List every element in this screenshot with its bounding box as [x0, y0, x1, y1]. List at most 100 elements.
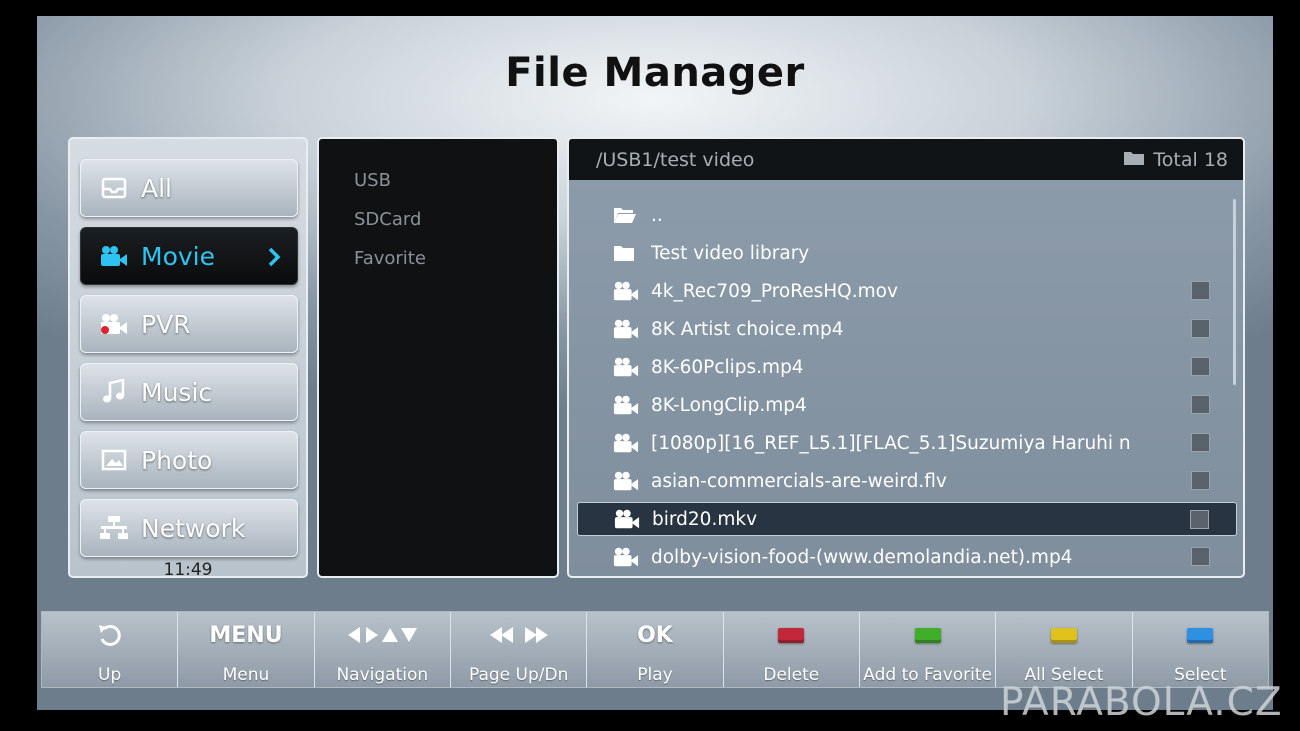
select-checkbox[interactable] [1191, 357, 1210, 376]
blue-button-icon-wrap [1133, 621, 1268, 649]
rewind-forward-icon [451, 621, 586, 649]
source-panel: USB SDCard Favorite [317, 137, 559, 578]
file-header: /USB1/test video Total 18 [569, 139, 1243, 180]
total-count: Total 18 [1123, 149, 1228, 171]
menu-symbol: MENU [209, 622, 283, 648]
music-note-icon [99, 379, 129, 405]
picture-icon [99, 447, 129, 473]
file-name: asian-commercials-are-weird.flv [651, 470, 947, 492]
category-movie[interactable]: Movie [80, 227, 298, 285]
page-title: File Manager [505, 50, 805, 96]
select-checkbox[interactable] [1191, 395, 1210, 414]
video-camera-icon [99, 243, 129, 269]
blue-button-icon [1187, 627, 1214, 643]
key-add-favorite[interactable]: Add to Favorite [860, 612, 997, 687]
file-row[interactable]: 8K-LongClip.mp4 [577, 388, 1237, 422]
key-label: Play [637, 665, 673, 685]
arrows-icon [315, 621, 450, 649]
select-checkbox[interactable] [1190, 510, 1209, 529]
file-name: .. [651, 204, 663, 226]
video-camera-icon [613, 394, 639, 416]
key-up[interactable]: Up [42, 612, 179, 687]
category-label: Network [141, 513, 246, 543]
category-network[interactable]: Network [80, 499, 298, 557]
select-checkbox[interactable] [1191, 433, 1210, 452]
file-row-folder[interactable]: Test video library [577, 236, 1237, 270]
video-camera-icon [613, 470, 639, 492]
file-name: 8K Artist choice.mp4 [651, 318, 844, 340]
category-photo[interactable]: Photo [80, 431, 298, 489]
red-button-icon-wrap [724, 621, 859, 649]
video-camera-icon [613, 280, 639, 302]
category-panel: All Movie PVR Music Photo Network 11:49 [68, 137, 308, 580]
file-name: 8K-LongClip.mp4 [651, 394, 807, 416]
clock: 11:49 [163, 560, 213, 580]
yellow-button-icon-wrap [996, 621, 1131, 649]
green-button-icon-wrap [860, 621, 995, 649]
pvr-record-icon [99, 311, 129, 337]
watermark: PARABOLA.CZ [1000, 680, 1283, 725]
source-usb[interactable]: USB [354, 170, 391, 191]
key-menu[interactable]: MENU Menu [178, 612, 315, 687]
video-camera-icon [613, 546, 639, 568]
yellow-button-icon [1050, 627, 1077, 643]
video-camera-icon [613, 318, 639, 340]
video-camera-icon [613, 432, 639, 454]
category-pvr[interactable]: PVR [80, 295, 298, 353]
category-label: All [141, 173, 172, 203]
key-label: Delete [763, 665, 820, 685]
file-row-selected[interactable]: bird20.mkv [577, 502, 1237, 536]
select-checkbox[interactable] [1191, 281, 1210, 300]
source-sdcard[interactable]: SDCard [354, 209, 421, 230]
video-camera-icon [614, 508, 640, 530]
key-navigation[interactable]: Navigation [315, 612, 451, 687]
folder-icon [613, 242, 639, 264]
ok-symbol: OK [637, 622, 673, 648]
folder-open-icon [613, 204, 639, 226]
folder-icon [1123, 149, 1145, 171]
key-all-select[interactable]: All Select [996, 612, 1133, 687]
category-label: Music [141, 377, 213, 407]
key-play[interactable]: OK Play [587, 612, 724, 687]
key-label: Navigation [336, 665, 429, 685]
inbox-icon [99, 175, 129, 201]
video-camera-icon [613, 356, 639, 378]
undo-icon [42, 621, 177, 649]
current-path: /USB1/test video [596, 149, 755, 171]
select-checkbox[interactable] [1191, 547, 1210, 566]
select-checkbox[interactable] [1191, 471, 1210, 490]
key-page[interactable]: Page Up/Dn [451, 612, 588, 687]
file-row[interactable]: 4k_Rec709_ProResHQ.mov [577, 274, 1237, 308]
category-label: Photo [141, 445, 213, 475]
category-all[interactable]: All [80, 159, 298, 217]
category-label: Movie [141, 241, 215, 271]
green-button-icon [914, 627, 941, 643]
file-row-parent[interactable]: .. [577, 198, 1237, 232]
file-row[interactable]: [1080p][16_REF_L5.1][FLAC_5.1]Suzumiya H… [577, 426, 1237, 460]
key-label: Up [98, 665, 122, 685]
total-label: Total 18 [1153, 149, 1228, 171]
category-music[interactable]: Music [80, 363, 298, 421]
source-favorite[interactable]: Favorite [354, 248, 426, 269]
key-hint-bar: Up MENU Menu Navigation Page Up/Dn OK Pl… [41, 611, 1269, 688]
key-delete[interactable]: Delete [724, 612, 860, 687]
file-name: [1080p][16_REF_L5.1][FLAC_5.1]Suzumiya H… [651, 432, 1131, 454]
key-label: Page Up/Dn [468, 665, 569, 685]
key-select[interactable]: Select [1133, 612, 1268, 687]
file-row[interactable]: 8K-60Pclips.mp4 [577, 350, 1237, 384]
file-row[interactable]: 8K Artist choice.mp4 [577, 312, 1237, 346]
file-name: Test video library [651, 242, 810, 264]
chevron-right-icon [267, 244, 281, 273]
file-name: 4k_Rec709_ProResHQ.mov [651, 280, 898, 302]
file-name: dolby-vision-food-(www.demolandia.net).m… [651, 546, 1073, 568]
file-panel: /USB1/test video Total 18 .. Test video … [567, 137, 1245, 578]
network-icon [99, 515, 129, 541]
red-button-icon [778, 627, 805, 643]
tv-screen: File Manager All Movie PVR Music Photo N… [37, 16, 1273, 710]
key-label: Menu [222, 665, 270, 685]
file-row[interactable]: dolby-vision-food-(www.demolandia.net).m… [577, 540, 1237, 574]
file-name: 8K-60Pclips.mp4 [651, 356, 804, 378]
file-name: bird20.mkv [652, 508, 758, 530]
select-checkbox[interactable] [1191, 319, 1210, 338]
file-row[interactable]: asian-commercials-are-weird.flv [577, 464, 1237, 498]
